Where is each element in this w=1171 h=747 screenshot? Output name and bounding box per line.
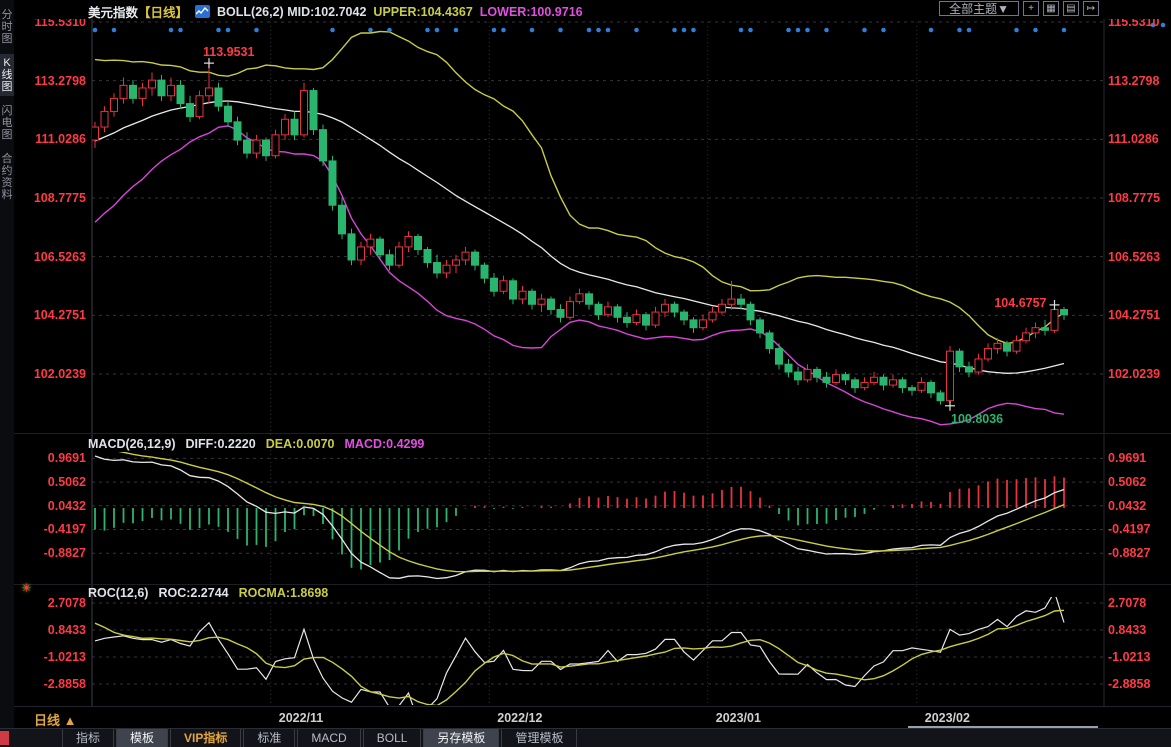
sidebar-item[interactable]: 闪电图 <box>0 102 14 144</box>
roc-title: ROC(12,6) <box>88 586 148 600</box>
axis-tick-label: 0.8433 <box>1108 623 1170 637</box>
theme-dropdown-button[interactable]: 全部主题▼ <box>939 1 1019 16</box>
axis-tick-label: 108.7775 <box>1108 191 1170 205</box>
symbol-name: 美元指数 <box>88 6 138 20</box>
axis-tick-label: 0.5062 <box>22 475 86 489</box>
macd-diff-value: DIFF:0.2220 <box>186 437 256 451</box>
macd-bar-value: MACD:0.4299 <box>345 437 425 451</box>
axis-tick-label: -0.4197 <box>1108 522 1170 536</box>
axis-tick-label: 113.2798 <box>22 74 86 88</box>
bottom-tab[interactable]: VIP指标 <box>170 729 241 747</box>
axis-tick-label: 0.0432 <box>1108 499 1170 513</box>
chart-header: 美元指数【日线】 BOLL(26,2) MID:102.7042 UPPER:1… <box>14 0 1171 19</box>
month-label: 2022/11 <box>279 711 324 725</box>
roc-panel-header: ROC(12,6) ROC:2.2744 ROCMA:1.8698 <box>88 586 338 600</box>
axis-tick-label: 111.0286 <box>1108 132 1170 146</box>
header-controls: 全部主题▼ + ▦ ▤ ↦ <box>939 1 1099 16</box>
bottom-tab[interactable]: 另存模板 <box>423 729 499 747</box>
axis-tick-label: 102.0239 <box>1108 367 1170 381</box>
axis-tick-label: 106.5263 <box>1108 250 1170 264</box>
axis-tick-label: 108.7775 <box>22 191 86 205</box>
boll-mid-value: BOLL(26,2) MID:102.7042 <box>217 5 366 19</box>
axis-tick-label: 0.9691 <box>22 451 86 465</box>
sun-icon: ☀ <box>21 581 32 595</box>
axis-tick-label: -1.0213 <box>1108 650 1170 664</box>
boll-lower-value: LOWER:100.9716 <box>480 5 583 19</box>
month-label: 2023/01 <box>716 711 761 725</box>
macd-dea-value: DEA:0.0070 <box>266 437 335 451</box>
symbol-title: 美元指数【日线】 <box>88 2 188 21</box>
window-control-icon[interactable]: ▦ <box>1043 1 1059 16</box>
axis-tick-label: 0.5062 <box>1108 475 1170 489</box>
symbol-header: 美元指数【日线】 BOLL(26,2) MID:102.7042 UPPER:1… <box>88 2 583 21</box>
axis-tick-label: -1.0213 <box>22 650 86 664</box>
period-tag: 【日线】 <box>138 6 188 20</box>
sidebar-item[interactable]: 合约资料 <box>0 150 14 204</box>
axis-tick-label: -2.8858 <box>1108 677 1170 691</box>
rocma-value: ROCMA:1.8698 <box>239 586 329 600</box>
window-control-icon[interactable]: + <box>1023 1 1039 16</box>
axis-tick-label: -0.4197 <box>22 522 86 536</box>
roc-value: ROC:2.2744 <box>158 586 228 600</box>
bottom-tab[interactable]: 模板 <box>116 729 168 747</box>
kline-app-window: 分时图 K线图闪电图合约资料 ☀ 美元指数【日线】 BOLL(26,2) MID:… <box>0 0 1171 747</box>
month-label: 2022/12 <box>497 711 542 725</box>
left-tab-rail: 分时图 K线图闪电图合约资料 <box>0 0 14 728</box>
axis-tick-label: 111.0286 <box>22 132 86 146</box>
axis-tick-label: -0.8827 <box>22 546 86 560</box>
bottom-tab[interactable]: BOLL <box>363 729 422 747</box>
axis-tick-label: 102.0239 <box>22 367 86 381</box>
bottom-tab[interactable]: MACD <box>297 729 360 747</box>
bottom-tab[interactable]: 标准 <box>243 729 295 747</box>
sidebar-item[interactable]: K线图 <box>0 54 14 96</box>
bottom-tab[interactable]: 指标 <box>62 729 114 747</box>
price-annotation: 104.6757 <box>994 296 1046 310</box>
month-label: 2023/02 <box>925 711 970 725</box>
sidebar-item[interactable]: 分时图 <box>0 6 14 48</box>
price-annotation: 113.9531 <box>203 45 254 59</box>
price-annotation: 100.8036 <box>951 412 1003 426</box>
axis-tick-label: 113.2798 <box>1108 74 1170 88</box>
axis-tick-label: 104.2751 <box>1108 308 1170 322</box>
bottom-tab[interactable]: 管理模板 <box>501 729 577 747</box>
axis-tick-label: 2.7078 <box>1108 596 1170 610</box>
time-axis-row: 日线 ▲ 2022/11 2022/12 2023/01 2023/02 <box>0 706 1171 729</box>
period-selector[interactable]: 日线 ▲ <box>34 710 76 729</box>
axis-tick-label: -0.8827 <box>1108 546 1170 560</box>
corner-brand-mark <box>0 731 9 745</box>
window-control-icon[interactable]: ▤ <box>1063 1 1079 16</box>
kline-chart-icon <box>195 5 210 18</box>
axis-tick-label: -2.8858 <box>22 677 86 691</box>
axis-tick-label: 0.8433 <box>22 623 86 637</box>
axis-tick-label: 0.9691 <box>1108 451 1170 465</box>
boll-upper-value: UPPER:104.4367 <box>373 5 472 19</box>
axis-tick-label: 2.7078 <box>22 596 86 610</box>
bottom-tab-bar: 指标模板VIP指标标准MACDBOLL另存模板管理模板 <box>0 728 1171 747</box>
window-control-icon[interactable]: ↦ <box>1083 1 1099 16</box>
macd-panel-header: MACD(26,12,9) DIFF:0.2220 DEA:0.0070 MACD:0… <box>88 437 434 451</box>
macd-title: MACD(26,12,9) <box>88 437 176 451</box>
chart-canvas[interactable]: 113.9531 104.6757 100.8036 <box>0 0 1171 708</box>
axis-tick-label: 0.0432 <box>22 499 86 513</box>
axis-tick-label: 104.2751 <box>22 308 86 322</box>
axis-tick-label: 106.5263 <box>22 250 86 264</box>
